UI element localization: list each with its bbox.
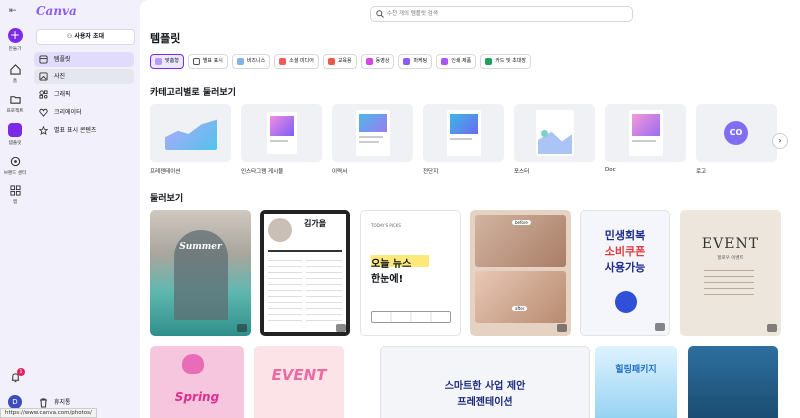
notification-badge: 1 [17, 368, 25, 376]
collapse-sidebar-icon[interactable]: ⇤ [9, 6, 17, 16]
category-instagram-post[interactable]: 인스타그램 게시물 [241, 104, 322, 175]
nav-item-templates[interactable]: 템플릿 [34, 52, 134, 67]
create-button[interactable]: + 만들기 [0, 28, 30, 52]
left-rail: ⇤ + 만들기 홈 프로젝트 템플릿 브랜드 센터 앱 1 D [0, 0, 30, 418]
apps-button[interactable]: 앱 [0, 185, 30, 205]
chip-social-media[interactable]: 소셜 미디어 [274, 54, 319, 69]
logo-thumbnail: CO [696, 104, 777, 162]
templates-nav-icon [39, 55, 48, 64]
instagram-thumbnail [241, 104, 322, 162]
folder-icon [9, 96, 21, 104]
avatar: D [8, 395, 22, 409]
carousel-next-button[interactable]: › [772, 133, 788, 149]
apps-icon [9, 185, 21, 196]
canva-logo[interactable]: Canva [36, 4, 77, 18]
chip-video[interactable]: 동영상 [360, 54, 395, 69]
nav-item-starred[interactable]: 별표 표시 콘텐츠 [34, 123, 134, 138]
premium-crown-icon [237, 324, 247, 332]
briefcase-icon [236, 58, 244, 65]
chip-print[interactable]: 인쇄 제품 [436, 54, 477, 69]
premium-crown-icon [767, 324, 777, 332]
category-chips: 맞춤형 별표 표시 비즈니스 소셜 미디어 교육용 동영상 마케팅 인쇄 제품 … [150, 54, 532, 69]
nav-item-graphics[interactable]: 그래픽 [34, 87, 134, 102]
projects-button[interactable]: 프로젝트 [0, 94, 30, 114]
resume-thumbnail [332, 104, 413, 162]
video-icon [365, 58, 373, 65]
education-icon [327, 58, 335, 65]
nav-item-creators[interactable]: 크리에이터 [34, 105, 134, 120]
templates-button[interactable]: 템플릿 [0, 123, 30, 146]
template-card[interactable]: before after [470, 210, 571, 336]
premium-crown-icon [655, 323, 665, 331]
chip-business[interactable]: 비즈니스 [231, 54, 271, 69]
premium-crown-icon [557, 324, 567, 332]
categories-heading: 카테고리별로 둘러보기 [150, 88, 236, 98]
search-icon [376, 10, 384, 18]
browse-heading: 둘러보기 [150, 194, 184, 204]
template-search-input[interactable]: 수천 개의 템플릿 검색 [370, 6, 633, 22]
star-icon [39, 126, 48, 135]
account-button[interactable]: D [0, 395, 30, 409]
chip-marketing[interactable]: 마케팅 [398, 54, 433, 69]
templates-icon [8, 123, 22, 137]
chevron-right-icon: › [778, 136, 782, 145]
chip-starred[interactable]: 별표 표시 [187, 54, 228, 69]
category-logo[interactable]: CO 로고 [696, 104, 777, 175]
category-poster[interactable]: 포스터 [514, 104, 595, 175]
side-panel: Canva ⚇ 사용자 초대 템플릿 사진 그래픽 크리에이터 별표 표시 콘텐… [30, 0, 140, 418]
megaphone-icon [403, 58, 411, 65]
card-icon [485, 58, 493, 65]
chip-custom[interactable]: 맞춤형 [150, 54, 184, 69]
shapes-icon [39, 90, 48, 99]
template-card[interactable]: 힐링패키지 [595, 346, 677, 418]
premium-crown-icon [336, 324, 346, 332]
template-card[interactable]: EVENT [254, 346, 344, 418]
heart-icon [279, 58, 287, 65]
page-title: 템플릿 [150, 32, 181, 45]
presentation-thumbnail [150, 104, 231, 162]
template-card[interactable]: 민생회복 소비쿠폰 사용가능 [580, 210, 670, 336]
category-presentation[interactable]: 프레젠테이션 [150, 104, 231, 175]
status-bar-url: https://www.canva.com/photos/ [0, 408, 97, 418]
nav-item-photos[interactable]: 사진 [34, 69, 134, 84]
star-icon [192, 58, 200, 65]
image-icon [39, 72, 48, 81]
printer-icon [441, 58, 449, 65]
plus-icon: + [7, 28, 23, 43]
home-icon [9, 64, 21, 75]
heart-icon [39, 108, 48, 117]
main-content: 수천 개의 템플릿 검색 템플릿 맞춤형 별표 표시 비즈니스 소셜 미디어 교… [140, 0, 800, 418]
template-card[interactable]: EVENT 할로우 이벤트 [680, 210, 781, 336]
doc-thumbnail [605, 104, 686, 162]
category-flyer[interactable]: 전단지 [423, 104, 504, 175]
flyer-thumbnail [423, 104, 504, 162]
category-list: 프레젠테이션 인스타그램 게시물 이력서 전단지 포스터 Doc CO 로고 [150, 104, 777, 175]
brand-center-button[interactable]: 브랜드 센터 [0, 156, 30, 176]
template-card[interactable]: Spring [150, 346, 244, 418]
poster-thumbnail [514, 104, 595, 162]
template-card[interactable]: Summer [150, 210, 251, 336]
template-card[interactable]: 스마트한 사업 제안 프레젠테이션 [380, 346, 590, 418]
brand-icon [10, 156, 20, 167]
invite-users-button[interactable]: ⚇ 사용자 초대 [36, 29, 135, 45]
category-resume[interactable]: 이력서 [332, 104, 413, 175]
category-doc[interactable]: Doc [605, 104, 686, 175]
template-card[interactable]: TODAY'S PICKS 오늘 뉴스 한눈에! [360, 210, 461, 336]
template-card[interactable]: 김가을 [260, 210, 350, 336]
trash-icon [40, 398, 47, 408]
notifications-button[interactable]: 1 [0, 368, 30, 383]
chip-education[interactable]: 교육용 [322, 54, 357, 69]
chip-cards[interactable]: 카드 및 초대장 [480, 54, 532, 69]
template-card[interactable] [688, 346, 778, 418]
home-button[interactable]: 홈 [0, 64, 30, 84]
sparkle-icon [155, 58, 162, 65]
